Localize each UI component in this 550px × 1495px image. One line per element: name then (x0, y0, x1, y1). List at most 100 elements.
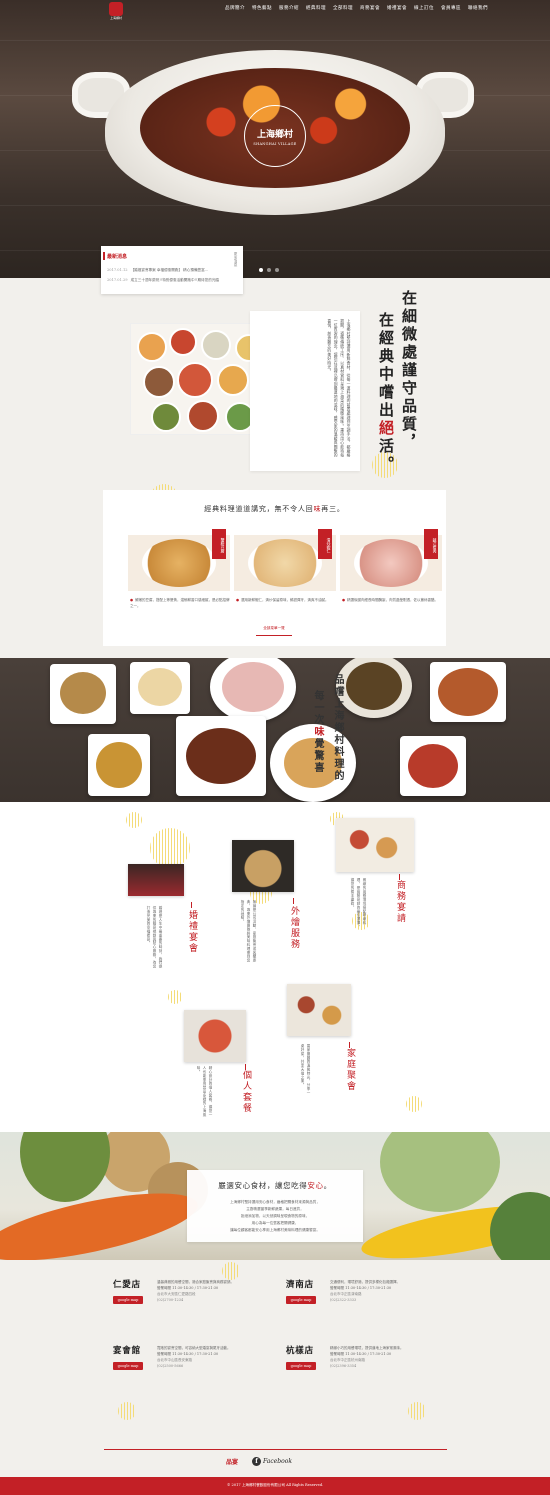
polka-dot-decoration (222, 1262, 240, 1280)
slogan-text: 在經典中嚐出 (377, 312, 395, 420)
spread-slogan-2: 每一次味覺驚喜 (310, 690, 325, 774)
facebook-label: Facebook (263, 1458, 292, 1465)
store-info: 交通便利，環境舒適，提供多樣化包廂選擇。 營業時間 11:30-14:30 / … (330, 1279, 486, 1303)
seal-title: 上海鄉村 (256, 129, 293, 140)
news-more-link[interactable]: 更多消息 (233, 252, 239, 266)
dish-description-text: 選用新鮮蝦仁，清炒保留原味，鮮甜彈牙，清爽不油膩。 (241, 598, 329, 602)
service-title[interactable]: 個人套餐 (240, 1070, 253, 1114)
page: 上海鄉村 SHANGHAI VILLAGE 上海鄉村 品牌簡介 特色藝點 服務介… (0, 0, 550, 1495)
spread-slogan-highlight: 味 (312, 726, 323, 738)
dish-description-text: 鮮嫩的豆腐，搭配上等蟹黃，濃郁鮮香口感細膩，是必點招牌之一。 (130, 598, 230, 608)
spread-slogan-1: 品嚐上海鄉村料理的 (332, 674, 343, 782)
personal-set-photo[interactable] (184, 1010, 246, 1062)
dish-tag: 蟹粉豆腐 (212, 529, 226, 559)
bullet-icon: ● (236, 598, 240, 602)
service-text: 雅緻的用餐環境搭配精緻料理，是商務宴請的最佳選擇，讓您的賓主盡歡。 (351, 878, 367, 929)
service-title-rule (349, 1042, 350, 1048)
spread-slogan-text: 每一次 (312, 690, 323, 726)
top-navigation: 上海鄉村 品牌簡介 特色藝點 服務介紹 經典料理 全部料理 商務宴會 婚禮宴會 … (0, 0, 550, 24)
service-text: 闔家團圓的溫馨時光，分享一桌好菜，共享天倫之樂。 (301, 1044, 311, 1095)
slogan-line-2: 在經典中嚐出絕活。 (376, 312, 397, 474)
slider-dot[interactable] (259, 268, 263, 272)
news-title: 最新消息 (107, 254, 128, 260)
service-title-rule (293, 898, 294, 904)
store-name: 宴會館 (113, 1346, 141, 1356)
dish-description: ● 鮮嫩的豆腐，搭配上等蟹黃，濃郁鮮香口感細膩，是必點招牌之一。 (130, 597, 230, 609)
safety-heading-highlight: 安心 (307, 1181, 324, 1190)
store-phone[interactable]: (02)2322-3333 (330, 1297, 486, 1303)
business-banquet-photo[interactable] (336, 818, 414, 872)
news-item[interactable]: 2017.01.29 成立三十週年慶祝!!特別優惠活動開跑中!!期待您的光臨 (107, 278, 219, 283)
nav-item[interactable]: 會員專區 (441, 5, 461, 11)
spread-slogan-text: 覺驚喜 (312, 738, 323, 774)
brand-logo-link[interactable]: 品宴 (226, 1457, 238, 1466)
service-title-rule (399, 874, 400, 880)
all-menu-button[interactable]: 全部菜單一覽 (256, 626, 292, 636)
copyright-text: © 2017 上海鄉村餐飲股份有限公司 All Rights Reserved. (226, 1483, 324, 1487)
store-name: 杭樣店 (286, 1346, 314, 1356)
news-text: 成立三十週年慶祝!!特別優惠活動開跑中!!期待您的光臨 (130, 278, 220, 282)
bullet-icon: ● (342, 598, 346, 602)
safety-heading-text: 。 (323, 1181, 332, 1190)
safety-line: 主廚精選當季新鮮蔬果，每日進貨， (246, 1207, 304, 1211)
footer-copyright-bar: © 2017 上海鄉村餐飲股份有限公司 All Rights Reserved. (0, 1477, 550, 1495)
slogan-text: 活。 (377, 438, 395, 474)
main-nav: 品牌簡介 特色藝點 服務介紹 經典料理 全部料理 商務宴會 婚禮宴會 線上訂位 … (225, 5, 488, 11)
news-date: 2017.01.29 (107, 278, 128, 282)
news-item[interactable]: 2017.01.12 【婚禮宴會專案 幸福優惠開跑】 精心預備豐富... (107, 268, 208, 273)
slider-dot[interactable] (275, 268, 279, 272)
polka-dot-decoration (126, 812, 142, 828)
safety-line: 讓每位顧客都能安心享用上海鄉村美味料理的健康饗宴。 (230, 1228, 320, 1232)
wedding-photo[interactable] (128, 864, 184, 896)
slider-dot[interactable] (267, 268, 271, 272)
service-text: 無論是公司活動、家庭聚會或各類慶典，專業外燴團隊將美味料理帶到您指定的地點。 (241, 900, 257, 963)
google-map-button[interactable]: google map (113, 1296, 143, 1304)
store-phone[interactable]: (02)2396-3354 (330, 1363, 486, 1369)
nav-item[interactable]: 婚禮宴會 (387, 5, 407, 11)
store-name: 仁愛店 (113, 1280, 141, 1290)
seal-subtitle: SHANGHAI VILLAGE (253, 141, 297, 146)
nav-item[interactable]: 商務宴會 (360, 5, 380, 11)
nav-item[interactable]: 服務介紹 (279, 5, 299, 11)
slider-dots[interactable] (259, 268, 279, 272)
dish-description: ● 精選後腿肉經長時間醃製，肉質晶瑩剔透，佐以薑絲香醋。 (342, 597, 442, 603)
footer-links: 品宴 f Facebook (226, 1457, 292, 1466)
logo-mark-icon (109, 2, 123, 16)
slogan-highlight: 絕 (377, 420, 395, 438)
nav-item[interactable]: 品牌簡介 (225, 5, 245, 11)
dish-tag: 鎮江肴肉 (424, 529, 438, 559)
food-spread-banner (0, 658, 550, 802)
google-map-button[interactable]: google map (286, 1296, 316, 1304)
nav-item[interactable]: 聯絡我們 (468, 5, 488, 11)
intro-body-text: 上海鄉村堅持選用新鮮食材，從每一道料理的前置處理到烹調手法，都嚴格把關，遵循傳統… (327, 319, 352, 458)
footer-divider (104, 1449, 447, 1450)
classics-heading-text: 再三。 (321, 505, 345, 513)
slogan-line-1: 在細微處謹守品質， (400, 290, 418, 452)
nav-item[interactable]: 線上訂位 (414, 5, 434, 11)
catering-photo[interactable] (232, 840, 294, 892)
dish-tag: 清炒蝦仁 (318, 529, 332, 559)
nav-item[interactable]: 特色藝點 (252, 5, 272, 11)
store-info: 精緻小巧的用餐環境，提供道地上海家常風味。 營業時間 11:30-14:30 /… (330, 1345, 486, 1369)
news-text: 【婚禮宴會專案 幸福優惠開跑】 精心預備豐富... (130, 268, 209, 272)
safety-line: 拒絕添加物，以天然調味呈現食物的原味， (240, 1214, 310, 1218)
google-map-button[interactable]: google map (113, 1362, 143, 1370)
facebook-icon: f (252, 1457, 262, 1466)
classics-heading: 經典料理道道講究，無不令人回味再三。 (103, 504, 446, 514)
facebook-link[interactable]: f Facebook (252, 1457, 292, 1466)
service-title[interactable]: 婚禮宴會 (186, 910, 199, 954)
nav-item[interactable]: 經典料理 (306, 5, 326, 11)
service-title[interactable]: 商務宴請 (394, 880, 407, 924)
service-title[interactable]: 外燴服務 (288, 906, 301, 950)
google-map-button[interactable]: google map (286, 1362, 316, 1370)
bullet-icon: ● (130, 598, 134, 602)
news-title-bar (103, 252, 105, 260)
dish-description-text: 精選後腿肉經長時間醃製，肉質晶瑩剔透，佐以薑絲香醋。 (347, 598, 439, 602)
nav-item[interactable]: 全部料理 (333, 5, 353, 11)
service-title[interactable]: 家庭聚會 (344, 1048, 357, 1092)
family-gathering-photo[interactable] (287, 984, 351, 1036)
polka-dot-decoration (118, 1402, 136, 1420)
news-box: 最新消息 2017.01.12 【婚禮宴會專案 幸福優惠開跑】 精心預備豐富...… (101, 246, 243, 294)
logo-text: 上海鄉村 (109, 16, 122, 20)
site-logo[interactable]: 上海鄉村 (106, 2, 126, 22)
